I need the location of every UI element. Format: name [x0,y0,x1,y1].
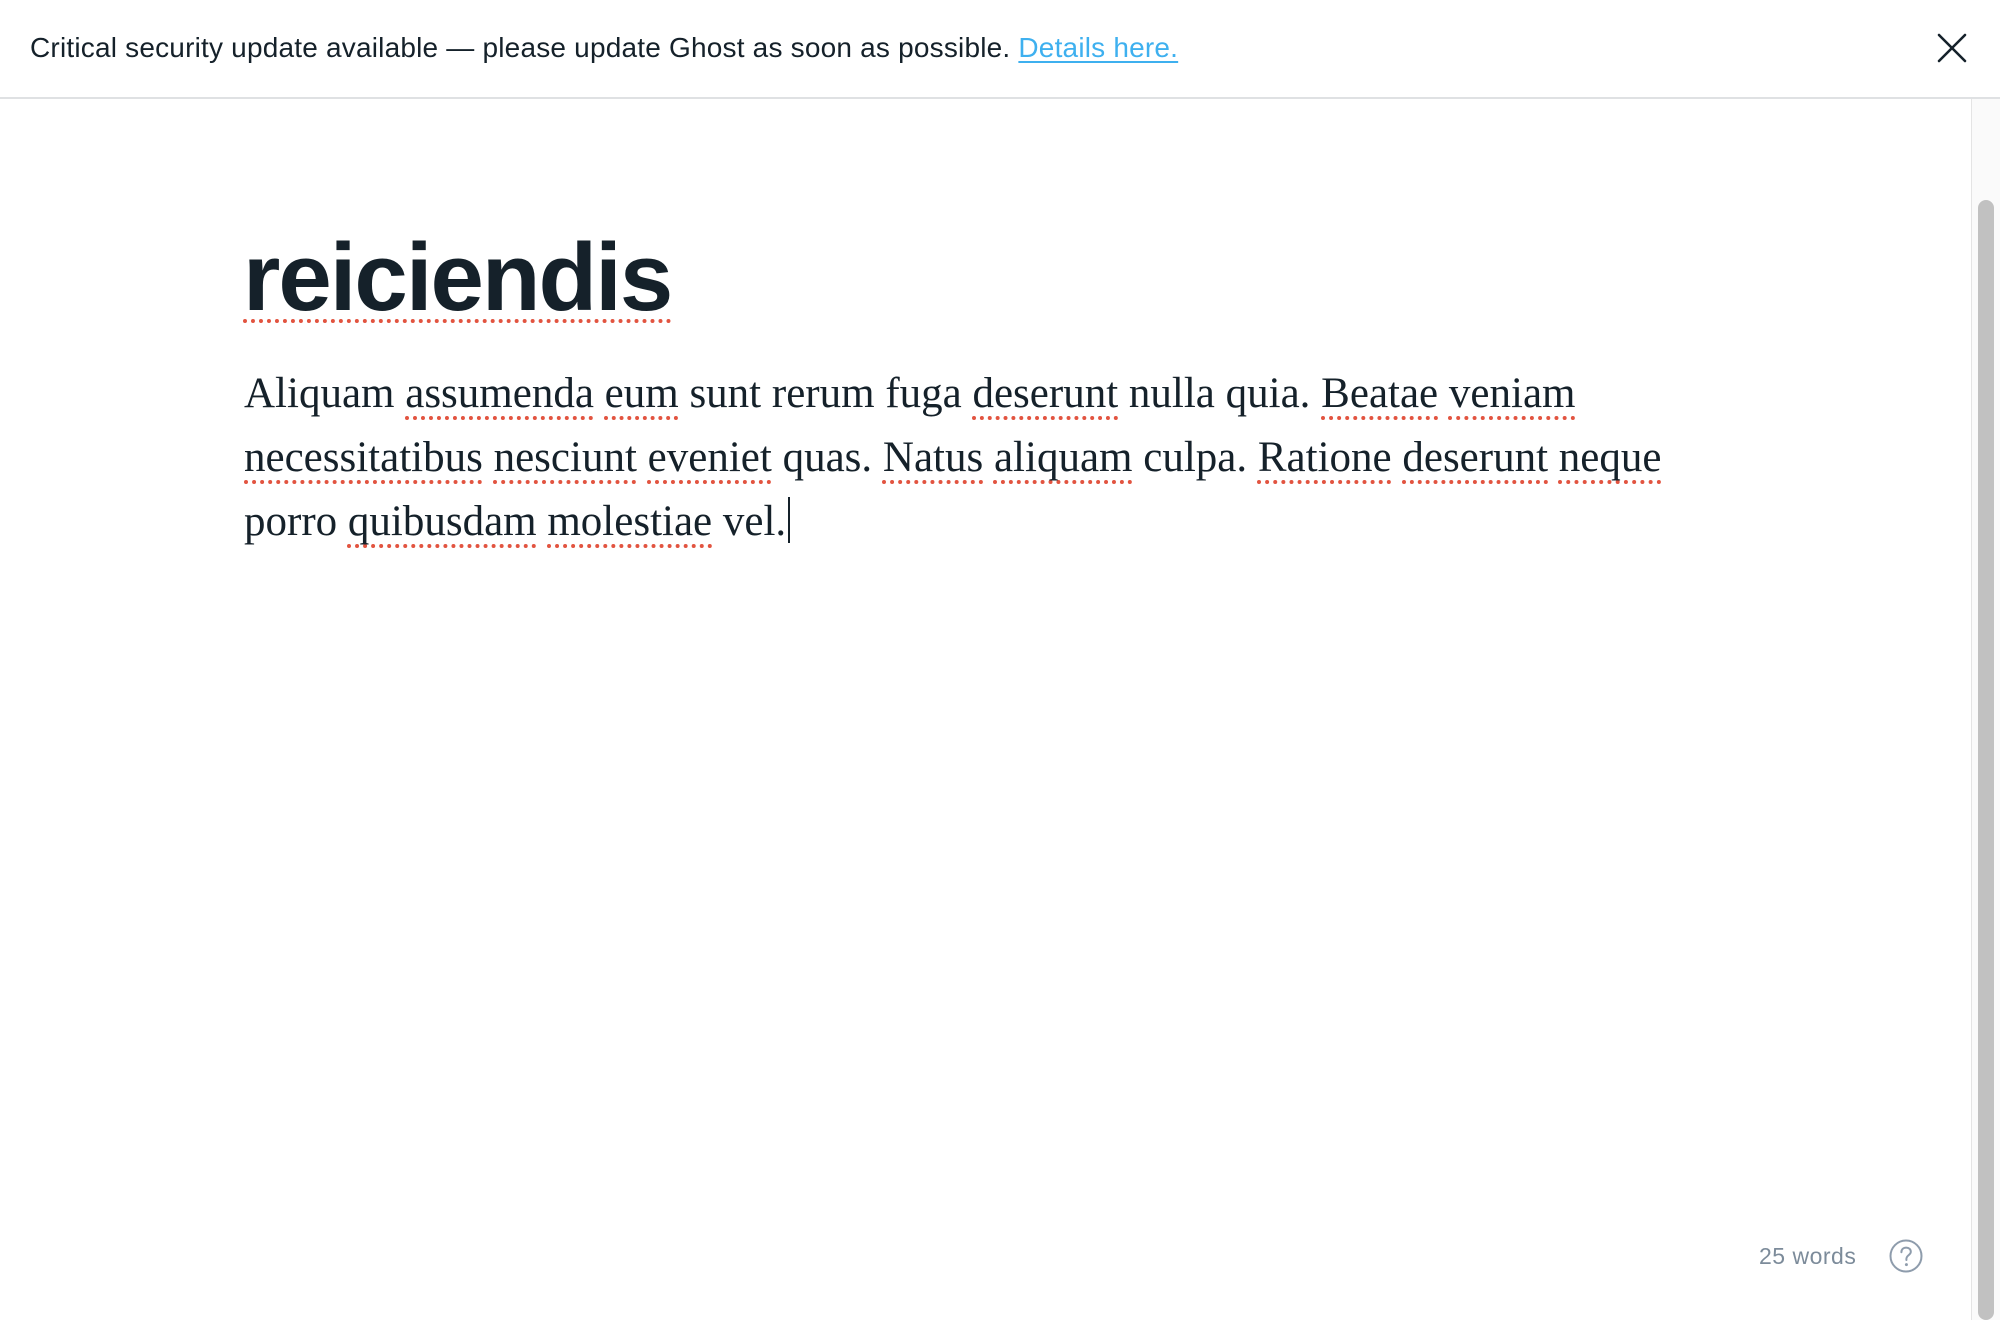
body-word: assumenda [405,370,594,417]
body-word: culpa. [1143,434,1248,481]
help-circle-icon [1889,1239,1923,1273]
word-count: 25 words [1759,1243,1857,1269]
body-word: fuga [885,370,962,417]
body-word: sunt [689,370,762,417]
close-banner-button[interactable] [1934,30,1970,66]
editor-scrollbar[interactable] [1971,99,2000,1320]
post-body[interactable]: Aliquam assumenda eum sunt rerum fuga de… [244,362,1664,554]
body-word: rerum [771,370,875,417]
body-word: nesciunt [493,434,637,481]
post-title[interactable]: reiciendis [243,218,673,338]
body-word: Aliquam [244,370,395,417]
body-word: Natus [882,434,984,481]
body-word: eum [604,370,679,417]
body-word: neque [1558,434,1662,481]
help-button[interactable] [1888,1238,1924,1274]
banner-message-line: Critical security update available — ple… [30,28,1178,68]
scrollbar-thumb[interactable] [1978,200,1994,1320]
body-word: deserunt [1402,434,1549,481]
body-word: porro [244,498,338,545]
body-word: vel. [722,498,787,545]
banner-message: Critical security update available — ple… [30,32,1011,63]
security-update-banner: Critical security update available — ple… [0,0,2000,99]
body-word: quibusdam [347,498,537,545]
body-word: quia. [1225,370,1311,417]
body-word: molestiae [547,498,713,545]
body-word: aliquam [993,434,1133,481]
text-cursor [788,497,791,543]
body-word: quas. [782,434,873,481]
body-word: deserunt [972,370,1119,417]
details-link[interactable]: Details here. [1018,32,1178,63]
body-word: necessitatibus [244,434,483,481]
body-word: nulla [1128,370,1215,417]
body-word: Beatae [1321,370,1439,417]
body-word: eveniet [647,434,772,481]
close-icon [1937,33,1967,63]
body-word: veniam [1448,370,1576,417]
body-word: Ratione [1257,434,1392,481]
post-title-text: reiciendis [243,224,673,331]
